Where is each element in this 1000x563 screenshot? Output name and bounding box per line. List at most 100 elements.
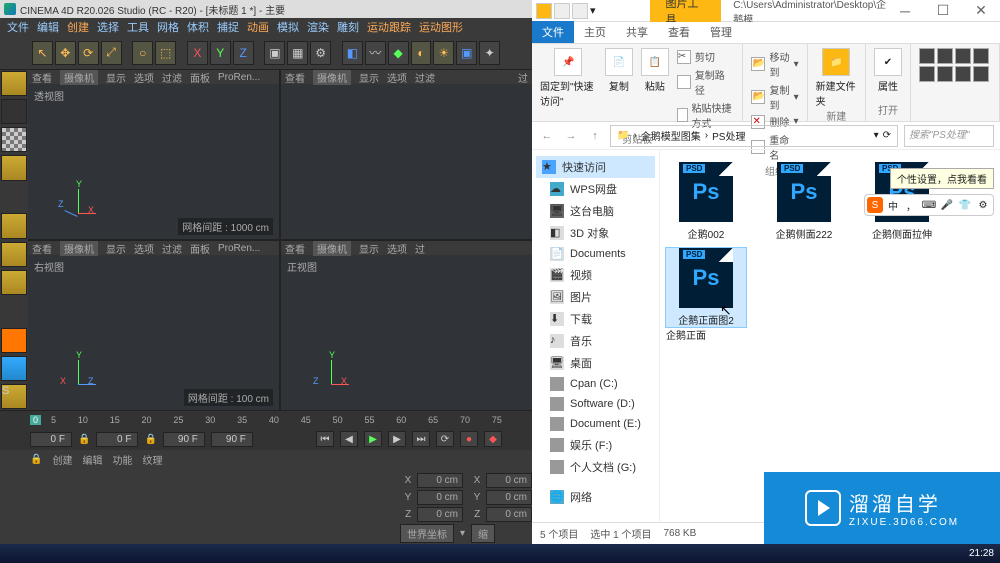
folder-icon[interactable]	[536, 3, 552, 19]
menu-sculpt[interactable]: 雕刻	[334, 19, 362, 35]
maximize-button[interactable]: ☐	[924, 1, 962, 21]
axis-z-button[interactable]: Z	[233, 41, 254, 65]
nav-f[interactable]: 娱乐 (F:)	[536, 434, 655, 456]
ime-logo-icon[interactable]: S	[867, 197, 883, 213]
tool-lasso-icon[interactable]: ○	[132, 41, 153, 65]
ime-bar[interactable]: S 中 ， ⌨ 🎤 👕 ⚙	[864, 194, 994, 216]
tab-home[interactable]: 主页	[574, 21, 616, 43]
goto-end-icon[interactable]: ⏭	[412, 431, 430, 447]
app-shortcut-icon[interactable]	[919, 48, 935, 64]
pin-button[interactable]: 📌固定到"快速访问"	[540, 48, 597, 131]
mode-edge-icon[interactable]	[1, 242, 27, 267]
tool-settings-icon[interactable]: ⚙	[310, 41, 331, 65]
step-back-icon[interactable]: ◀	[340, 431, 358, 447]
c4d-menubar[interactable]: 文件 编辑 创建 选择 工具 网格 体积 捕捉 动画 模拟 渲染 雕刻 运动跟踪…	[0, 18, 532, 36]
tool-select-icon[interactable]: ↖	[32, 41, 53, 65]
minimize-button[interactable]: ─	[886, 1, 924, 21]
nav-pane[interactable]: ★快速访问 ☁WPS网盘 🖥这台电脑 ◧3D 对象 📄Documents 🎬视频…	[532, 150, 660, 522]
file-item[interactable]: PSDPs 企鹅002	[666, 162, 746, 241]
copy-button[interactable]: 📄复制	[605, 48, 633, 131]
record-icon[interactable]: ●	[460, 431, 478, 447]
menu-volume[interactable]: 体积	[184, 19, 212, 35]
ime-kb-icon[interactable]: ⌨	[921, 197, 937, 213]
tool-pv-icon[interactable]: ▦	[287, 41, 308, 65]
menu-track[interactable]: 运动跟踪	[364, 19, 414, 35]
attr-func[interactable]: 功能	[112, 452, 132, 467]
lock-icon[interactable]: 🔒	[30, 454, 42, 465]
mode-snap-icon[interactable]	[1, 356, 27, 381]
play-icon[interactable]: ▶	[364, 431, 382, 447]
menu-select[interactable]: 选择	[94, 19, 122, 35]
nav-e[interactable]: Document (E:)	[536, 414, 655, 434]
qat-icon[interactable]	[554, 3, 570, 19]
coord-space-select[interactable]: 世界坐标	[400, 524, 454, 543]
attr-tex[interactable]: 纹理	[142, 452, 162, 467]
mode-work-icon[interactable]	[1, 155, 27, 180]
tool-env-icon[interactable]: ☀	[433, 41, 454, 65]
menu-file[interactable]: 文件	[4, 19, 32, 35]
file-item[interactable]: PSDPs 企鹅侧面222	[764, 162, 844, 241]
tab-file[interactable]: 文件	[532, 21, 574, 43]
attr-create[interactable]: 创建	[52, 452, 72, 467]
nav-pics[interactable]: 🖼图片	[536, 286, 655, 308]
tool-scale-icon[interactable]: ⤢	[101, 41, 122, 65]
mode-model-icon[interactable]	[1, 71, 27, 96]
goto-start-icon[interactable]: ⏮	[316, 431, 334, 447]
tool-deform-icon[interactable]: ◐	[411, 41, 432, 65]
cut-button[interactable]: ✂剪切	[677, 48, 735, 65]
mode-poly-icon[interactable]	[1, 270, 27, 295]
nav-up-icon[interactable]: ↑	[586, 127, 604, 145]
coord-y[interactable]: 0 cm	[417, 490, 463, 505]
mode-obj-icon[interactable]	[1, 99, 27, 124]
axis-y-button[interactable]: Y	[210, 41, 231, 65]
tool-rotate-icon[interactable]: ⟳	[78, 41, 99, 65]
tool-gen-icon[interactable]: ◆	[388, 41, 409, 65]
menu-anim[interactable]: 动画	[244, 19, 272, 35]
paste-button[interactable]: 📋粘贴	[641, 48, 669, 131]
menu-mograph[interactable]: 运动图形	[416, 19, 466, 35]
ime-punct-icon[interactable]: ，	[903, 197, 919, 213]
ime-skin-icon[interactable]: 👕	[957, 197, 973, 213]
timeline-ruler[interactable]: 0 510 1520 2530 3540 4550 5560 6570 75	[0, 410, 532, 428]
nav-wps[interactable]: ☁WPS网盘	[536, 178, 655, 200]
tab-view[interactable]: 查看	[658, 21, 700, 43]
attr-edit[interactable]: 编辑	[82, 452, 102, 467]
tool-light-icon[interactable]: ✦	[479, 41, 500, 65]
mode-tex-icon[interactable]	[1, 127, 27, 152]
ime-mic-icon[interactable]: 🎤	[939, 197, 955, 213]
tool-render-icon[interactable]: ▣	[264, 41, 285, 65]
viewport-right[interactable]: 查看 摄像机 显示 选项 过滤 面板 ProRen... 右视图 YZX 网格间…	[28, 241, 279, 410]
loop-icon[interactable]: ⟳	[436, 431, 454, 447]
menu-snap[interactable]: 捕捉	[214, 19, 242, 35]
copyto-button[interactable]: 📂复制到▾	[751, 81, 798, 113]
nav-c[interactable]: Cpan (C:)	[536, 374, 655, 394]
tab-manage[interactable]: 管理	[700, 21, 742, 43]
mode-soft-icon[interactable]: S	[1, 384, 27, 409]
refresh-icon[interactable]: ⟳	[883, 130, 891, 141]
nav-down[interactable]: ⬇下载	[536, 308, 655, 330]
menu-render[interactable]: 渲染	[304, 19, 332, 35]
nav-back-icon[interactable]: ←	[538, 127, 556, 145]
nav-fwd-icon[interactable]: →	[562, 127, 580, 145]
tool-live-icon[interactable]: ⬚	[155, 41, 176, 65]
tool-move-icon[interactable]: ✥	[55, 41, 76, 65]
mode-axis-icon[interactable]	[1, 328, 27, 353]
menu-create[interactable]: 创建	[64, 19, 92, 35]
viewport-top[interactable]: 查看 摄像机 显示 选项 过滤 过	[281, 70, 532, 239]
nav-3d[interactable]: ◧3D 对象	[536, 222, 655, 244]
nav-quick[interactable]: ★快速访问	[536, 156, 655, 178]
mode-point-icon[interactable]	[1, 213, 27, 238]
frame-end[interactable]: 90 F	[211, 432, 253, 447]
properties-button[interactable]: ✔属性	[874, 48, 902, 93]
tool-prim-icon[interactable]: ◧	[342, 41, 363, 65]
file-item-selected[interactable]: PSDPs 企鹅正面图2	[666, 248, 746, 327]
qat-icon[interactable]	[572, 3, 588, 19]
qat-dropdown-icon[interactable]: ▾	[590, 4, 596, 17]
coord-z[interactable]: 0 cm	[417, 507, 463, 522]
key-icon[interactable]: ◆	[484, 431, 502, 447]
tab-share[interactable]: 共享	[616, 21, 658, 43]
nav-d[interactable]: Software (D:)	[536, 394, 655, 414]
frame-a[interactable]: 0 F	[96, 432, 138, 447]
explorer-titlebar[interactable]: ▾ 图片工具 C:\Users\Administrator\Desktop\企鹅…	[532, 0, 1000, 22]
menu-mesh[interactable]: 网格	[154, 19, 182, 35]
